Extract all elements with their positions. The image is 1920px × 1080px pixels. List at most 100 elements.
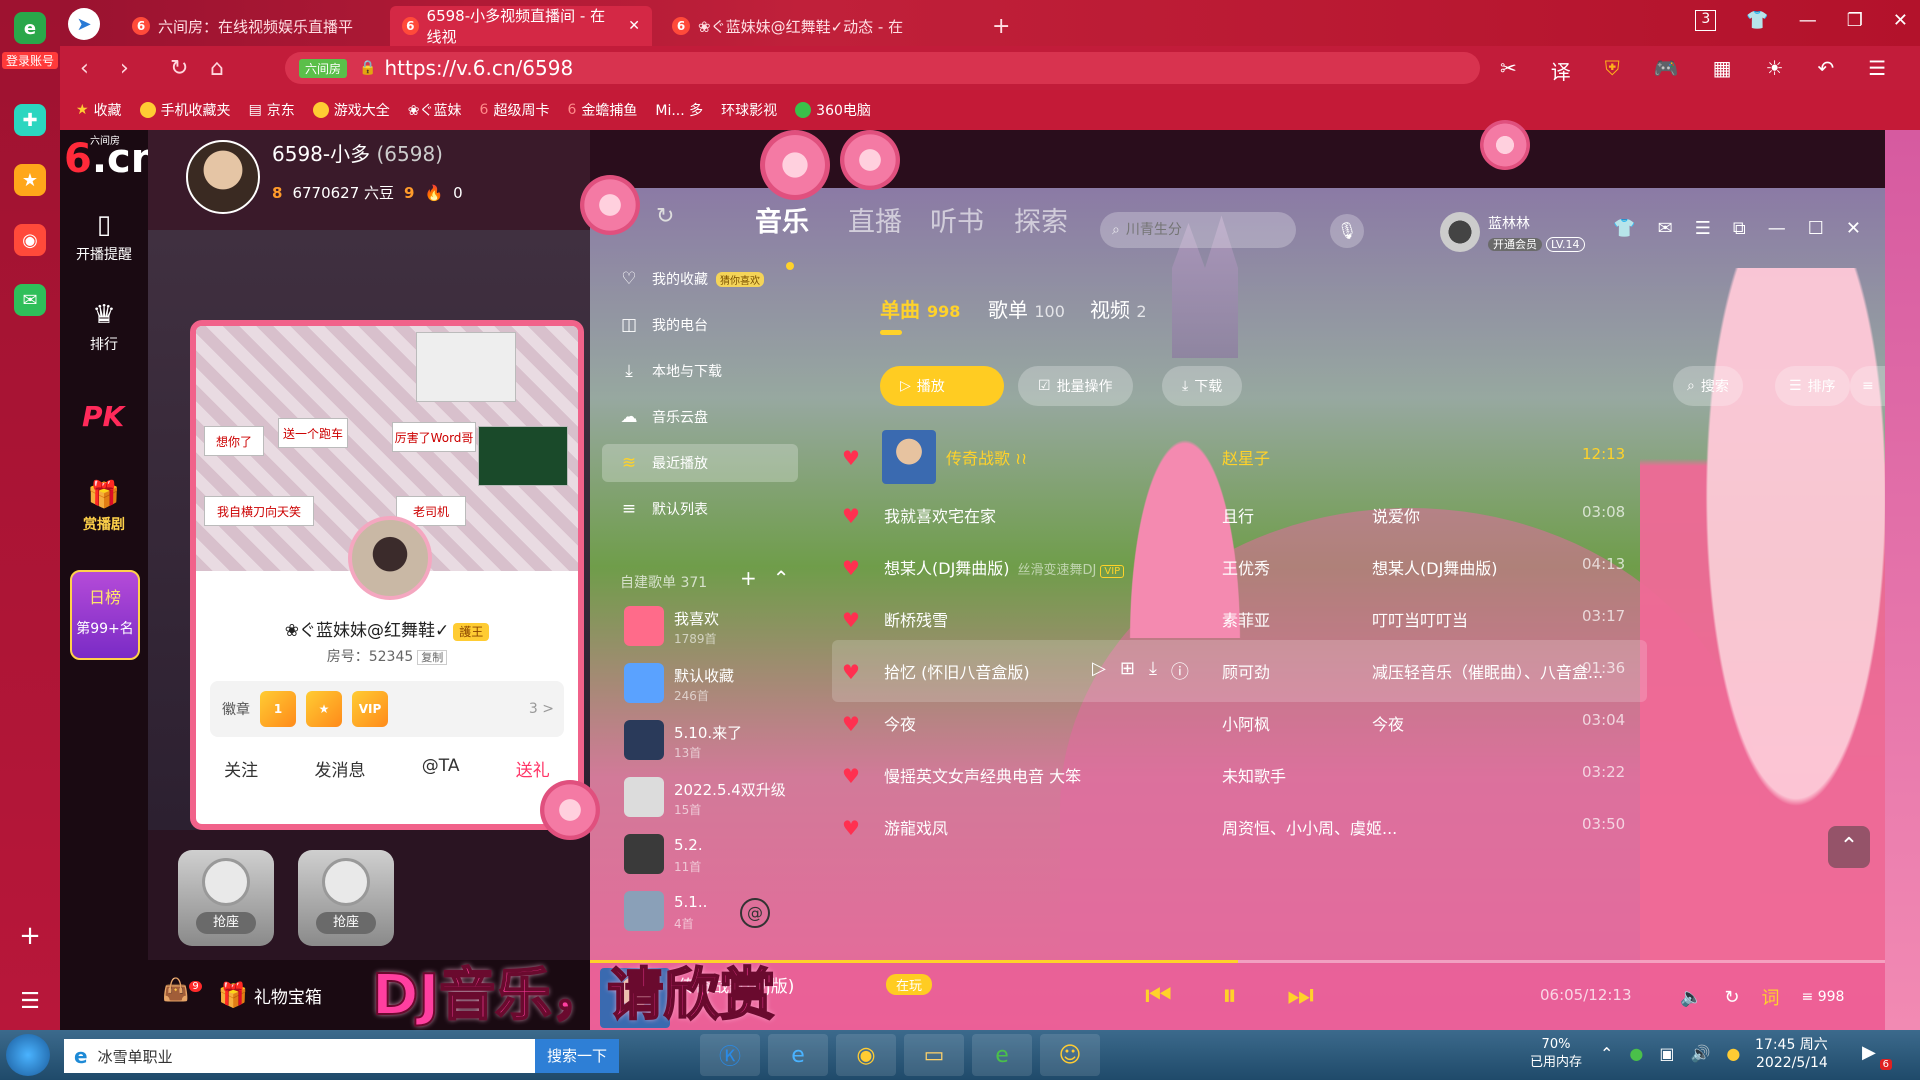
new-tab-button[interactable]: + (980, 6, 1022, 46)
pause-icon[interactable]: ⏸ (1222, 978, 1237, 1013)
refresh-icon[interactable]: ↻ (656, 204, 674, 229)
song-artist[interactable]: 赵星子 (1222, 445, 1270, 469)
list-view-icon[interactable]: ≡ (1862, 378, 1874, 394)
next-track-icon[interactable]: ⏭ (1287, 978, 1314, 1013)
scissors-icon[interactable]: ✂ (1500, 56, 1517, 85)
previous-track-icon[interactable]: ⏮ (1145, 978, 1172, 1013)
mail-icon[interactable]: ✉ (14, 284, 46, 316)
badges-more[interactable]: 3 > (529, 701, 554, 717)
brightness-icon[interactable]: ☀ (1766, 56, 1784, 85)
pk-button[interactable]: PK (82, 400, 124, 433)
host-avatar[interactable] (186, 140, 260, 214)
tab-counter-icon[interactable]: 3 (1695, 10, 1717, 31)
sidebar-item-favorites[interactable]: ♡ 我的收藏 猜你喜欢 (602, 260, 798, 298)
tab-liujianfang-home[interactable]: 6 六间房：在线视频娱乐直播平 (120, 6, 382, 46)
clock[interactable]: 17:45 周六 2022/5/14 (1755, 1036, 1828, 1072)
close-window-icon[interactable]: ✕ (1893, 10, 1908, 31)
song-artist[interactable]: 素菲亚 (1222, 607, 1270, 631)
player-user[interactable]: 蓝林林 开通会员 LV.14 (1440, 212, 1585, 252)
send-gift-button[interactable]: 送礼 (516, 756, 550, 781)
song-row[interactable]: ♥ 游龍戏凤 周资恒、小小周、虞姬... 03:50 (832, 796, 1882, 858)
add-icon[interactable]: + (14, 920, 46, 952)
song-artist[interactable]: 周资恒、小小周、虞姬... (1222, 815, 1397, 839)
bookmark-global-film[interactable]: 环球影视 (721, 100, 777, 120)
game-pad-icon[interactable]: 🎮 (1654, 56, 1679, 85)
bookmark-mobile[interactable]: 手机收藏夹 (139, 100, 231, 120)
skin-shirt-icon[interactable]: 👕 (1613, 218, 1635, 239)
seat-2[interactable]: 抢座 (298, 850, 394, 946)
ie-logo-icon[interactable]: e (14, 12, 46, 44)
playlist-item[interactable]: 默认收藏 246首 (624, 663, 800, 711)
lucky-bag-icon[interactable]: 👜 9 (162, 978, 202, 1003)
guess-like-chip[interactable]: 猜你喜欢 (716, 271, 764, 287)
player-search[interactable]: ⌕ (1100, 212, 1296, 248)
bookmark-mi[interactable]: Mi... 多 (655, 100, 703, 120)
start-button[interactable] (6, 1034, 50, 1076)
mail-icon[interactable]: ✉ (1658, 218, 1673, 239)
playlist-item[interactable]: 5.2. 11首 (624, 834, 800, 882)
plus-cross-icon[interactable]: ✚ (14, 104, 46, 136)
bookmark-weekly-card[interactable]: 6 超级周卡 (480, 100, 550, 120)
open-vip-button[interactable]: 开通会员 (1488, 237, 1542, 251)
player-search-input[interactable] (1125, 222, 1276, 238)
tab-playlists[interactable]: 歌单 100 (988, 294, 1065, 323)
seat-1[interactable]: 抢座 (178, 850, 274, 946)
liked-heart-icon[interactable]: ♥ (842, 764, 860, 788)
song-album[interactable]: 说爱你 (1372, 503, 1420, 527)
reload-icon[interactable]: ↻ (170, 56, 188, 81)
star-icon[interactable]: ★ (14, 164, 46, 196)
sort-button[interactable]: ☰ 排序 (1775, 366, 1850, 406)
close-icon[interactable]: ✕ (1846, 218, 1861, 239)
sidebar-item-recent[interactable]: ≋ 最近播放 (602, 444, 798, 482)
liked-heart-icon[interactable]: ♥ (842, 446, 860, 470)
song-album[interactable]: 今夜 (1372, 711, 1404, 735)
network-icon[interactable]: ▣ (1659, 1044, 1674, 1063)
tab-live[interactable]: 直播 (848, 200, 902, 239)
live-video[interactable]: 想你了 送一个跑车 厉害了Word哥 我自横刀向天笑 老司机 ❀ぐ蓝妹妹@红舞鞋… (148, 230, 590, 830)
copy-room-button[interactable]: 复制 (417, 650, 448, 665)
bookmark-lanmei[interactable]: ❀ぐ蓝妹 (408, 100, 462, 120)
liked-heart-icon[interactable]: ♥ (842, 816, 860, 840)
view-options[interactable]: ≡◎☺ (1850, 366, 1885, 406)
mini-mode-icon[interactable]: ⧉ (1733, 218, 1746, 239)
voice-search-icon[interactable]: 🎙 (1330, 214, 1364, 248)
add-playlist-icon[interactable]: + (740, 566, 773, 590)
folder-app-icon[interactable]: ▭ (904, 1034, 964, 1076)
song-artist[interactable]: 王优秀 (1222, 555, 1270, 579)
profile-avatar[interactable] (348, 516, 432, 600)
playlist-item[interactable]: 5.1.. 4首 (624, 891, 800, 939)
close-tab-icon[interactable]: ✕ (628, 18, 640, 34)
taskbar-search[interactable]: e 冰雪单职业 搜索一下 (64, 1039, 619, 1073)
bookmark-fishing[interactable]: 6 金蟾捕鱼 (567, 100, 637, 120)
back-arrow-icon[interactable]: ‹ (80, 56, 89, 81)
info-icon[interactable]: ⓘ (1171, 658, 1189, 684)
minimize-icon[interactable]: — (1799, 10, 1817, 31)
sidebar-item-cloud[interactable]: ☁ 音乐云盘 (602, 398, 798, 436)
liked-heart-icon[interactable]: ♥ (842, 712, 860, 736)
download-button[interactable]: ⤓ 下载 (1162, 366, 1243, 406)
menu-list-icon[interactable]: ☰ (14, 985, 46, 1017)
k-app-icon[interactable]: Ⓚ (700, 1034, 760, 1076)
translate-icon[interactable]: 译 (1551, 56, 1571, 85)
login-account-button[interactable]: 登录账号 (2, 52, 58, 69)
playlist-item[interactable]: 我喜欢 1789首 (624, 606, 800, 654)
song-album[interactable]: 减压轻音乐（催眠曲）、八音盒... (1372, 659, 1603, 683)
nav-live-reminder[interactable]: ▯ 开播提醒 (60, 210, 148, 264)
tab-room-6598[interactable]: 6 6598-小多视频直播间 - 在线视 ✕ (390, 6, 652, 46)
menu-icon[interactable]: ☰ (1695, 218, 1711, 239)
home-icon[interactable]: ⌂ (210, 56, 224, 81)
game-app-icon[interactable]: ☺ (1040, 1034, 1100, 1076)
gift-box-button[interactable]: 礼物宝箱 (254, 983, 322, 1008)
search-list-button[interactable]: ⌕ 搜索 (1673, 366, 1743, 406)
liked-heart-icon[interactable]: ♥ (842, 504, 860, 528)
daily-rank-badge[interactable]: 日榜 第99+名 (70, 570, 140, 660)
scroll-to-top-icon[interactable]: ⌃ (1828, 826, 1870, 868)
badge-row[interactable]: 徽章 1 ★ VIP 3 > (210, 681, 564, 737)
sidebar-item-radio[interactable]: ◫ 我的电台 (602, 306, 798, 344)
tab-profile-dynamic[interactable]: 6 ❀ぐ蓝妹妹@红舞鞋✓动态 - 在 (660, 6, 922, 46)
sidebar-item-default-list[interactable]: ≡ 默认列表 (602, 490, 798, 528)
song-artist[interactable]: 未知歌手 (1222, 763, 1286, 787)
hamburger-menu-icon[interactable]: ☰ (1868, 56, 1886, 85)
navigation-arrow-icon[interactable]: ➤ (68, 8, 100, 40)
liked-heart-icon[interactable]: ♥ (842, 608, 860, 632)
